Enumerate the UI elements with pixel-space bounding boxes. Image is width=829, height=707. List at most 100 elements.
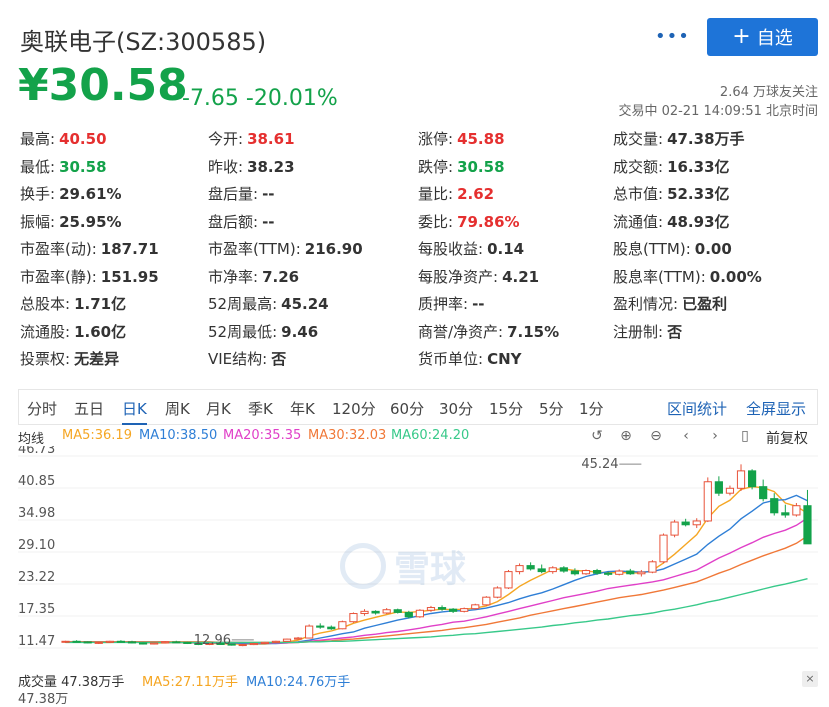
quote-value: -- (472, 295, 485, 313)
quote-value: 否 (271, 350, 287, 368)
more-options-icon[interactable]: ••• (655, 26, 690, 47)
quote-cell: 投票权: 无差异 (20, 348, 119, 369)
candle-body (238, 644, 247, 647)
fullscreen-link[interactable]: 全屏显示 (746, 398, 806, 419)
quote-label: 每股净资产: (418, 267, 499, 286)
candle-body (482, 596, 491, 606)
close-volume-icon[interactable]: × (802, 671, 818, 687)
quote-label: 盈利情况: (613, 295, 679, 313)
quote-row: 市盈率(动): 187.71 市盈率(TTM): 216.90 每股收益: 0.14 股息(… (20, 238, 820, 258)
quote-cell: 质押率: -- (418, 293, 485, 314)
candle-body (138, 642, 148, 645)
candle-body (305, 625, 314, 639)
quote-value: 151.95 (100, 267, 159, 286)
y-tick-label: 29.10 (18, 538, 55, 553)
tab-period[interactable]: 5分 (539, 398, 564, 419)
candle-body (570, 570, 580, 575)
quote-value: 30.58 (457, 157, 505, 176)
quote-value: 38.61 (247, 130, 295, 148)
tab-period[interactable]: 15分 (489, 398, 523, 419)
candle-type-icon[interactable]: ▯ (736, 428, 754, 446)
quote-value: 7.15% (507, 322, 560, 341)
current-price: ¥30.58 (18, 60, 188, 111)
candle-body (792, 505, 801, 516)
quote-label: 最高: (20, 130, 56, 148)
tab-period[interactable]: 30分 (439, 398, 473, 419)
quote-label: 市净率: (208, 267, 259, 286)
tab-period[interactable]: 60分 (390, 398, 424, 419)
quote-cell: 市盈率(静): 151.95 (20, 266, 159, 287)
quote-value: 2.62 (457, 185, 495, 203)
quote-label: 成交额: (613, 157, 664, 176)
scroll-right-icon[interactable]: › (706, 428, 724, 446)
candle-body (581, 570, 591, 575)
quote-cell: 总市值: 52.33亿 (613, 183, 730, 204)
zoom-in-icon[interactable]: ⊕ (617, 428, 635, 446)
scroll-left-icon[interactable]: ‹ (677, 428, 695, 446)
quote-cell: 昨收: 38.23 (208, 156, 295, 177)
candle-body (437, 607, 447, 610)
quote-label: 盘后量: (208, 185, 259, 203)
volume-scale: 47.38万 (18, 692, 69, 707)
candle-body (714, 481, 723, 494)
quote-value: 0.00% (709, 267, 762, 286)
candle-body (537, 568, 546, 573)
undo-icon[interactable]: ↺ (588, 428, 606, 446)
quote-label: 量比: (418, 185, 454, 203)
quote-label: 股息率(TTM): (613, 267, 706, 286)
tab-period[interactable]: 1分 (579, 398, 604, 419)
zoom-out-icon[interactable]: ⊖ (647, 428, 665, 446)
quote-cell: 注册制: 否 (613, 321, 682, 342)
tab-period[interactable]: 五日 (74, 398, 104, 419)
y-tick-label: 17.35 (18, 602, 55, 617)
quote-value: CNY (487, 350, 522, 368)
y-tick-label: 11.47 (18, 634, 55, 649)
tab-period[interactable]: 月K (206, 398, 231, 419)
candle-body (626, 570, 635, 575)
tab-period[interactable]: 120分 (332, 398, 376, 419)
quote-label: 跌停: (418, 157, 454, 176)
xueqiu-watermark: 雪球 (340, 540, 466, 592)
quote-value: 47.38万手 (667, 130, 745, 148)
tab-period[interactable]: 年K (290, 398, 315, 419)
tab-period[interactable]: 周K (165, 398, 190, 419)
candle-body (94, 641, 103, 644)
adjust-selector[interactable]: 前复权 (766, 428, 808, 448)
quote-label: 市盈率(TTM): (208, 240, 301, 258)
tab-period[interactable]: 分时 (27, 398, 57, 419)
add-watchlist-button[interactable]: + 自选 (707, 18, 818, 56)
candle-body (460, 608, 469, 612)
quote-value: 79.86% (457, 212, 520, 231)
volume-ma5: MA5:27.11万手 (142, 675, 238, 690)
quote-label: 总市值: (613, 185, 664, 203)
quote-cell: 流通值: 48.93亿 (613, 211, 730, 232)
y-tick-label: 46.73 (18, 446, 55, 457)
candle-body (360, 610, 369, 615)
range-stats-link[interactable]: 区间统计 (667, 398, 727, 419)
quote-value: -- (262, 185, 275, 203)
quote-label: 成交量: (613, 130, 664, 148)
candle-body (61, 640, 70, 643)
tab-period[interactable]: 日K (122, 398, 147, 425)
candle-body (116, 640, 126, 643)
candle-body (681, 521, 690, 526)
quote-cell: 盘后量: -- (208, 183, 275, 204)
candle-body (559, 567, 568, 572)
tab-period[interactable]: 季K (248, 398, 273, 419)
quote-row: 流通股: 1.60亿 52周最低: 9.46 商誉/净资产: 7.15% 注册制: 否 (20, 321, 820, 341)
quote-row: 投票权: 无差异 VIE结构: 否 货币单位: CNY (20, 348, 820, 368)
candle-body (393, 609, 402, 613)
quote-cell: 股息(TTM): 0.00 (613, 238, 732, 259)
candle-body (327, 626, 336, 630)
quote-cell: 涨停: 45.88 (418, 128, 505, 149)
candle-body (736, 470, 746, 489)
candle-body (548, 567, 557, 573)
ma10-value: MA10:38.50 (139, 428, 218, 443)
quote-cell: 流通股: 1.60亿 (20, 321, 126, 342)
candle-body (759, 486, 768, 500)
quote-value: 0.14 (487, 240, 525, 258)
candle-body (659, 534, 668, 563)
quote-label: 今开: (208, 130, 244, 148)
candle-body (271, 640, 281, 643)
candle-body (504, 571, 513, 589)
